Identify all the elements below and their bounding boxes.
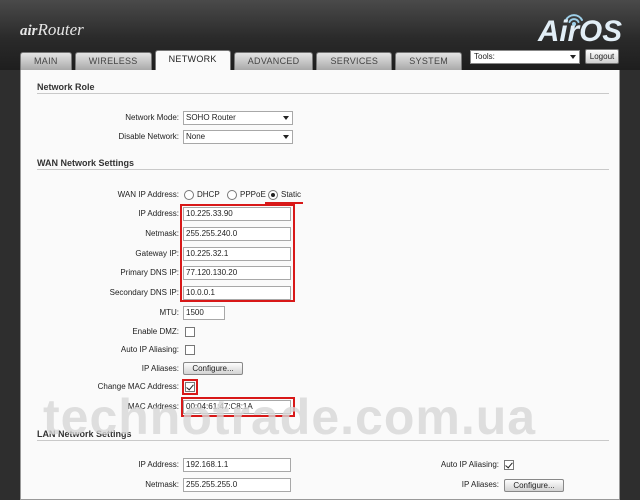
lan-configure-aliases-button[interactable]: Configure...	[504, 479, 564, 492]
tools-select-label: Tools:	[474, 52, 495, 61]
lan-ip-aliases-label: IP Aliases:	[461, 480, 499, 489]
tab-wireless[interactable]: WIRELESS	[74, 52, 152, 70]
lan-netmask-input[interactable]: 255.255.255.0	[183, 478, 291, 492]
wan-auto-alias-label: Auto IP Aliasing:	[120, 345, 179, 354]
lan-ip-input[interactable]: 192.168.1.1	[183, 458, 291, 472]
mtu-label: MTU:	[159, 308, 179, 317]
wan-dns1-input[interactable]: 77.120.130.20	[183, 266, 291, 280]
chevron-down-icon	[283, 135, 289, 139]
network-role-heading: Network Role	[37, 82, 609, 94]
enable-dmz-checkbox[interactable]	[185, 327, 195, 337]
disable-network-value: None	[186, 132, 206, 141]
wan-gateway-label: Gateway IP:	[135, 249, 179, 258]
wan-heading: WAN Network Settings	[37, 158, 609, 170]
wan-ip-input[interactable]: 10.225.33.90	[183, 207, 291, 221]
wan-configure-aliases-button[interactable]: Configure...	[183, 362, 243, 375]
chevron-down-icon	[570, 55, 576, 59]
chevron-down-icon	[283, 116, 289, 120]
airos-logo: AirOS	[537, 14, 622, 46]
radio-static[interactable]	[268, 190, 278, 200]
wan-netmask-input[interactable]: 255.255.240.0	[183, 227, 291, 241]
tab-system[interactable]: SYSTEM	[395, 52, 463, 70]
wan-dns1-label: Primary DNS IP:	[120, 268, 179, 277]
wan-ip-mode-label: WAN IP Address:	[117, 190, 179, 199]
tab-advanced[interactable]: ADVANCED	[233, 52, 314, 70]
lan-auto-alias-label: Auto IP Aliasing:	[440, 460, 499, 469]
brand-prefix: air	[20, 23, 38, 39]
wan-dns2-label: Secondary DNS IP:	[109, 288, 179, 297]
network-mode-select[interactable]: SOHO Router	[183, 111, 293, 125]
brand-name: Router	[37, 20, 84, 39]
radio-dhcp[interactable]	[184, 190, 194, 200]
static-highlight-underline	[265, 202, 303, 204]
wan-auto-alias-checkbox[interactable]	[185, 345, 195, 355]
radio-pppoe-label: PPPoE	[240, 190, 266, 199]
enable-dmz-label: Enable DMZ:	[132, 327, 179, 336]
mtu-input[interactable]: 1500	[183, 306, 225, 320]
wan-netmask-label: Netmask:	[145, 229, 179, 238]
tab-main[interactable]: MAIN	[20, 52, 72, 70]
logout-button[interactable]: Logout	[585, 49, 619, 64]
radio-static-label: Static	[281, 190, 302, 199]
radio-pppoe[interactable]	[227, 190, 237, 200]
lan-ip-label: IP Address:	[138, 460, 179, 469]
wan-ip-label: IP Address:	[138, 209, 179, 218]
svg-text:AirOS: AirOS	[537, 15, 622, 46]
lan-netmask-label: Netmask:	[145, 480, 179, 489]
network-mode-label: Network Mode:	[125, 113, 179, 122]
tools-select[interactable]: Tools:	[470, 50, 580, 64]
tab-network[interactable]: NETWORK	[154, 50, 231, 70]
brand-logo: airRouter	[20, 20, 84, 40]
radio-dhcp-label: DHCP	[197, 190, 220, 199]
lan-auto-alias-checkbox[interactable]	[504, 460, 514, 470]
network-mode-value: SOHO Router	[186, 113, 236, 122]
tab-services[interactable]: SERVICES	[316, 52, 393, 70]
wan-dns2-input[interactable]: 10.0.0.1	[183, 286, 291, 300]
wan-gateway-input[interactable]: 10.225.32.1	[183, 247, 291, 261]
main-tabs: MAIN WIRELESS NETWORK ADVANCED SERVICES …	[20, 50, 465, 70]
wan-ip-aliases-label: IP Aliases:	[141, 364, 179, 373]
disable-network-label: Disable Network:	[118, 132, 179, 141]
disable-network-select[interactable]: None	[183, 130, 293, 144]
watermark-text: technotrade.com.ua	[43, 389, 537, 445]
